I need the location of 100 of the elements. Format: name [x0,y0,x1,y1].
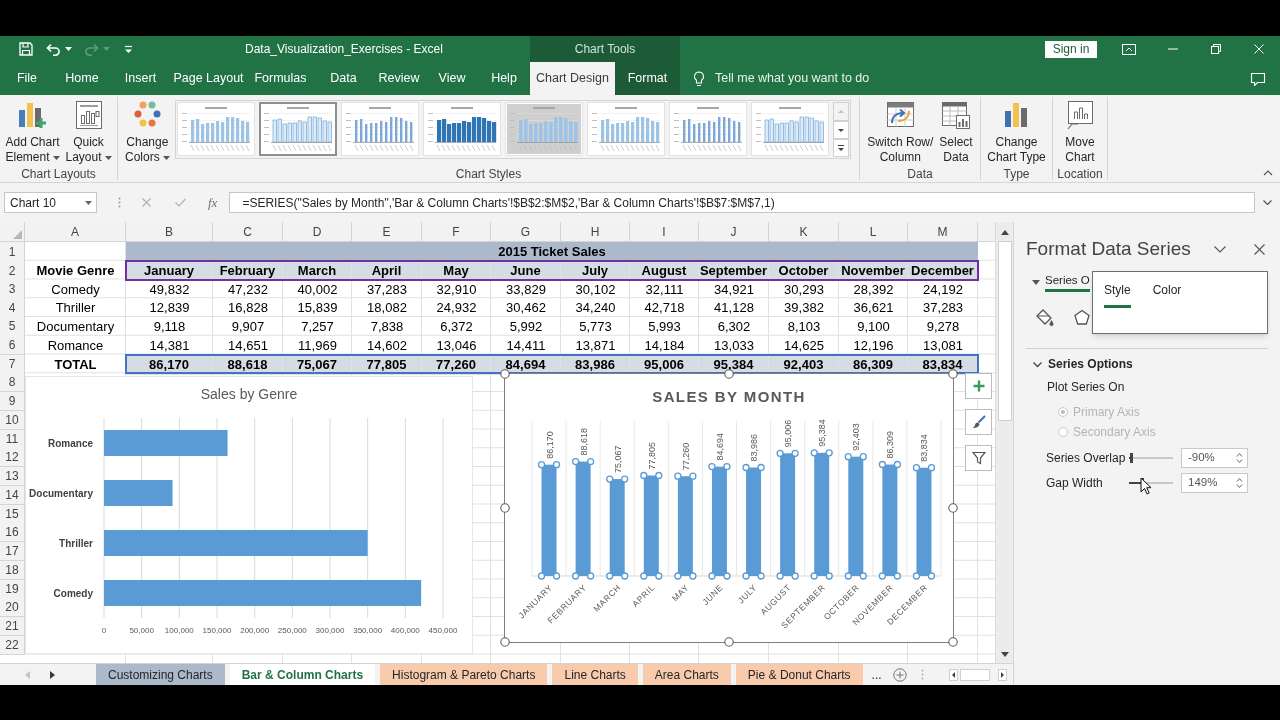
undo-icon[interactable] [46,42,61,56]
caret-icon[interactable] [85,200,92,205]
column-bar[interactable] [746,467,762,576]
table-cell-text: 5,993 [647,318,682,336]
row-header[interactable]: 12 [0,448,25,468]
row-header[interactable]: 5 [0,317,25,337]
menu-tab[interactable]: Page Layout [171,62,246,95]
row-header[interactable]: 13 [0,467,25,486]
column-bar[interactable] [643,475,659,576]
move-chart-button[interactable]: Move Chart [1061,99,1099,165]
menu-tab[interactable]: Data [315,62,372,95]
resize-handle[interactable] [500,369,510,379]
sheet-tab[interactable]: Customizing Charts [96,664,225,685]
gallery-more-icon[interactable] [832,139,849,157]
chart-title: Sales by Genre [200,386,298,402]
customize-icon[interactable] [124,44,133,54]
table-cell-text: 6,302 [716,318,752,336]
sheet-tab[interactable]: Histogram & Pareto Charts [380,664,548,685]
row-header[interactable]: 8 [0,373,25,393]
menu-tab[interactable]: Review [372,62,426,95]
caret-icon[interactable] [65,47,72,51]
row-header[interactable]: 21 [0,617,25,636]
resize-handle[interactable] [500,637,510,647]
row-header[interactable]: 1 [0,242,25,263]
comments-icon[interactable] [1250,71,1266,86]
formula-field[interactable]: =SERIES("Sales by Month",'Bar & Column Charts'!$B$2:$M$2,'Bar & Column Charts'!$B$7:$M$7,1) [229,192,1255,213]
menu-tab[interactable]: Chart Design [530,62,615,95]
pentagon-icon[interactable] [1073,309,1091,327]
name-box[interactable]: Chart 10 [4,192,97,213]
restore-icon[interactable] [1211,44,1221,54]
expand-formula-icon[interactable] [1263,200,1272,205]
switch-row-column-button[interactable]: Switch Row/ Column [864,99,937,165]
popup-tab[interactable]: Style [1104,281,1131,308]
menu-tab[interactable]: Home [54,62,110,95]
save-icon[interactable] [19,42,33,56]
row-header[interactable]: 17 [0,542,25,561]
popup-tab[interactable]: Color [1152,281,1182,308]
chevron-down-icon[interactable] [1214,245,1226,253]
menu-tab[interactable]: View [426,62,478,95]
scroll-right-icon[interactable] [998,668,1007,681]
resize-handle[interactable] [948,503,958,513]
spin-box[interactable]: -90% [1181,447,1248,468]
column-bar[interactable] [711,466,727,576]
change-chart-type-button[interactable]: Change Chart Type [984,99,1049,165]
quick-layout-button[interactable]: Quick Layout [62,99,115,165]
menu-tab[interactable]: Format [615,62,680,95]
menu-tab[interactable]: File [0,62,54,95]
change-colors-button[interactable]: Change Colors [122,99,173,165]
sheet-tab[interactable]: Line Charts [552,664,638,685]
pane-tab[interactable]: Series O [1045,272,1090,292]
row-header[interactable]: 20 [0,598,25,618]
collapse-ribbon-icon[interactable] [1263,170,1273,176]
column-bar[interactable] [677,476,693,576]
slider-label: Series Overlap [1046,449,1127,467]
resize-handle[interactable] [948,637,958,647]
spin-box[interactable]: 149% [1181,472,1248,493]
menu-tab[interactable]: Insert [110,62,171,95]
tell-me-field[interactable]: Tell me what you want to do [715,69,895,88]
resize-handle[interactable] [724,637,734,647]
paint-bucket-icon[interactable] [1034,308,1054,328]
resize-handle[interactable] [948,369,958,379]
dropdown-triangle-icon[interactable] [1032,279,1040,285]
add-chart-element-button[interactable]: Add Chart Element [2,99,63,165]
slider-thumb[interactable] [1129,452,1133,463]
sheet-tab[interactable]: Bar & Column Charts [229,664,376,685]
scrollbar-thumb[interactable] [997,241,1012,421]
chart-styles-button[interactable] [965,409,992,435]
row-header[interactable]: 16 [0,523,25,543]
scroll-down-icon[interactable] [1000,652,1009,657]
scroll-up-icon[interactable] [1000,230,1009,235]
scroll-left-icon[interactable] [949,668,958,681]
scrollbar-thumb[interactable] [960,668,990,681]
brush-icon [971,415,986,429]
chart-elements-button[interactable] [965,373,992,399]
new-sheet-icon[interactable] [892,667,907,682]
spinner-icon[interactable] [1236,451,1243,464]
next-sheet-icon[interactable] [50,670,55,679]
column-bar[interactable] [780,453,796,576]
column-bar[interactable] [814,452,830,576]
menu-tab[interactable]: Help [478,62,530,95]
spinner-icon[interactable] [1236,476,1243,489]
sheet-tab[interactable]: Pie & Donut Charts [735,664,863,685]
sign-in-button[interactable]: Sign in [1045,40,1097,58]
chart-filters-button[interactable] [965,445,992,471]
row-header[interactable]: 9 [0,392,25,411]
slider-track[interactable] [1129,452,1173,463]
close-icon[interactable] [1254,243,1265,255]
table-cell-text: 13,081 [922,336,964,355]
menu-tab[interactable]: Formulas [246,62,315,95]
resize-handle[interactable] [500,503,510,513]
data-label: 75,067 [612,445,623,474]
section-toggle[interactable]: Series Options [1014,356,1280,372]
more-sheets-button[interactable]: ... [871,665,882,684]
row-header[interactable]: 4 [0,298,25,318]
insert-function-button[interactable]: fx [208,192,218,213]
sheet-tab[interactable]: Area Charts [642,664,731,685]
ribbon-display-options-icon[interactable] [1122,43,1136,55]
column-header[interactable]: A [25,222,126,242]
select-data-button[interactable]: Select Data [936,99,976,165]
resize-handle[interactable] [724,369,734,379]
